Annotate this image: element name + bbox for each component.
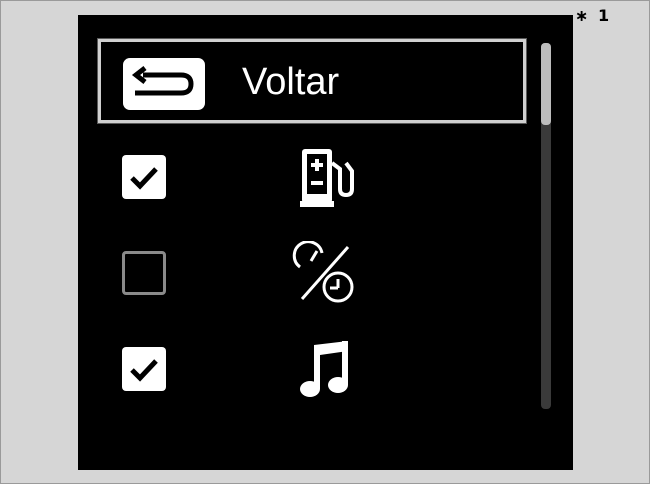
display-screen: Voltar: [78, 15, 573, 470]
fuel-pump-charging-icon: [298, 145, 358, 214]
checkbox-checked[interactable]: [122, 347, 166, 391]
speedometer-clock-icon: [292, 240, 362, 310]
footnote-marker: ∗ 1: [575, 6, 612, 25]
return-arrow-icon: [123, 58, 205, 110]
scrollbar-thumb[interactable]: [541, 43, 551, 125]
back-menu-item[interactable]: Voltar: [97, 38, 527, 124]
music-note-icon: [298, 337, 358, 406]
checkbox-unchecked[interactable]: [122, 251, 166, 295]
scrollbar[interactable]: [541, 43, 551, 409]
checkbox-checked[interactable]: [122, 155, 166, 199]
menu-item-fuel[interactable]: [122, 149, 522, 215]
back-label: Voltar: [242, 61, 340, 103]
menu-item-audio[interactable]: [122, 341, 522, 407]
menu-item-speed-time[interactable]: [122, 240, 522, 311]
